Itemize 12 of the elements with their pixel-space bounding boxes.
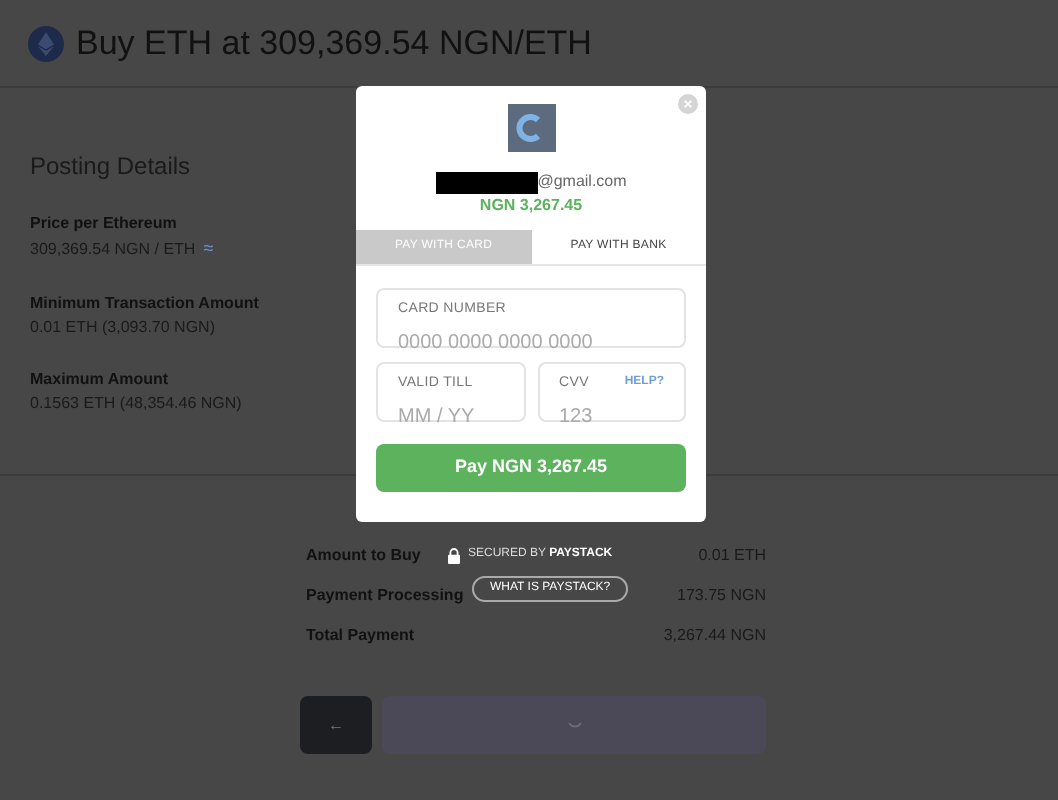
amount-text: NGN 3,267.45 — [479, 194, 583, 218]
redaction-block — [435, 171, 538, 193]
lock-icon — [448, 547, 460, 563]
close-icon[interactable] — [678, 94, 698, 114]
merchant-logo — [507, 104, 555, 152]
email-text: @gmail.com — [537, 170, 627, 194]
pay-button[interactable]: Pay NGN 3,267.45 — [376, 444, 686, 492]
spinner-icon — [567, 722, 581, 728]
submit-button[interactable] — [382, 696, 766, 754]
ethereum-icon — [28, 25, 64, 61]
back-button[interactable]: ← — [300, 696, 372, 754]
approx-sign: ≈ — [203, 236, 214, 262]
